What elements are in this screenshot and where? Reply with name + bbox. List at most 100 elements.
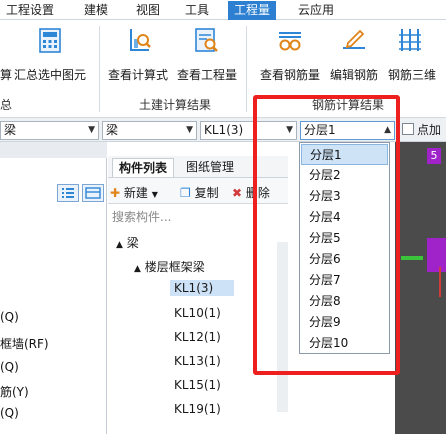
dropdown-option[interactable]: 分层4 [301, 207, 388, 228]
summary-calc-button[interactable]: 算 [0, 24, 14, 84]
tree-item[interactable]: KL1(3) [170, 280, 234, 296]
tree-group-frame-beam[interactable]: ▲ 楼层框架梁 [134, 258, 205, 275]
edit-rebar-label: 编辑钢筋 [330, 68, 379, 82]
pencil-icon [343, 29, 365, 49]
new-button[interactable]: ✚ 新建 ▼ [110, 184, 158, 201]
menu-modeling[interactable]: 建模 [84, 2, 108, 19]
delete-button[interactable]: ✖ 删除 [232, 184, 270, 201]
dropdown-option[interactable]: 分层9 [301, 312, 388, 333]
view-rebar-qty-label: 查看钢筋量 [260, 68, 321, 82]
view-quantity-button[interactable]: 查看工程量 [174, 24, 242, 84]
selector-toolbar: 梁 ▼ 梁 ▼ KL1(3) ▼ 分层1 ▲ 点加 [0, 118, 446, 142]
view-rebar-qty-button[interactable]: 查看钢筋量 [256, 24, 324, 84]
grid-view-button[interactable] [82, 184, 104, 202]
chevron-down-icon: ▼ [151, 190, 158, 199]
dropdown-option[interactable]: 分层8 [301, 291, 388, 312]
point-add-checkbox[interactable] [402, 123, 414, 135]
civil-group-label: 土建计算结果 [139, 98, 212, 112]
component-name-combo[interactable]: KL1(3) ▼ [200, 121, 297, 140]
dropdown-option[interactable]: 分层6 [301, 249, 388, 270]
rebar-3d-button[interactable]: 钢筋三维 [384, 24, 446, 84]
summary-group-label: 总 [0, 98, 13, 112]
rebar-3d-icon [399, 29, 421, 51]
ribbon: 算 汇总选中图元 总 查看计算式 查看工程量 土建计算结果 查看钢筋量 编辑钢筋… [0, 20, 446, 118]
floor-type-value: 梁 [4, 123, 17, 137]
vertical-scrollbar[interactable] [277, 242, 288, 412]
tab-drawing-management[interactable]: 图纸管理 [180, 158, 240, 177]
component-type-value: 梁 [106, 123, 119, 137]
axis-line [439, 267, 441, 297]
rebar-glasses-icon [279, 32, 301, 51]
tree-item[interactable]: KL13(1) [174, 354, 221, 368]
tree-root-beam[interactable]: ▲ 梁 [116, 234, 139, 251]
tab-component-list[interactable]: 构件列表 [112, 158, 175, 177]
component-tabs: 构件列表 图纸管理 [108, 156, 288, 178]
tree-item[interactable]: KL15(1) [174, 378, 221, 392]
list-view-button[interactable] [57, 184, 79, 202]
copy-button[interactable]: ❐ 复制 [180, 184, 219, 201]
drawing-canvas[interactable]: 5 [395, 142, 446, 434]
calculator-icon [39, 28, 61, 53]
component-type-combo[interactable]: 梁 ▼ [102, 121, 197, 140]
menu-quantity[interactable]: 工程量 [228, 1, 277, 20]
view-formula-button[interactable]: 查看计算式 [105, 24, 173, 84]
menu-project-settings[interactable]: 工程设置 [6, 2, 54, 19]
nav-item[interactable]: 框墙(RF) [0, 335, 49, 352]
rebar-3d-label: 钢筋三维 [388, 68, 437, 82]
nav-item[interactable]: (Q) [0, 310, 19, 324]
dropdown-option[interactable]: 分层7 [301, 270, 388, 291]
floor-type-combo[interactable]: 梁 ▼ [0, 121, 99, 140]
panel-header [0, 142, 107, 158]
tree-root-label: 梁 [126, 236, 139, 250]
layer-combo[interactable]: 分层1 ▲ [300, 121, 395, 140]
new-doc-icon: ✚ [110, 186, 121, 200]
dropdown-option[interactable]: 分层1 [301, 144, 388, 165]
menu-tools[interactable]: 工具 [185, 2, 209, 19]
summary-calc-label: 算 [0, 68, 13, 82]
chevron-up-icon: ▲ [384, 125, 391, 135]
view-quantity-label: 查看工程量 [177, 68, 238, 82]
component-toolbar: ✚ 新建 ▼ ❐ 复制 ✖ 删除 [108, 178, 288, 204]
summary-selected-button[interactable]: 汇总选中图元 [14, 24, 92, 84]
point-add-label: 点加 [417, 123, 442, 137]
summary-selected-label: 汇总选中图元 [14, 68, 87, 82]
chevron-down-icon: ▼ [286, 125, 293, 135]
new-label: 新建 [123, 186, 148, 200]
quantity-doc-icon [195, 28, 218, 52]
dropdown-option[interactable]: 分层3 [301, 186, 388, 207]
nav-item[interactable]: 筋(Y) [0, 383, 29, 400]
list-view-icon [62, 188, 74, 198]
grid-view-icon [85, 187, 101, 199]
rebar-group-label: 钢筋计算结果 [312, 98, 385, 112]
layer-marker: 5 [427, 148, 441, 164]
beam-block [427, 238, 446, 272]
view-formula-label: 查看计算式 [108, 68, 169, 82]
menu-bar: 工程设置 建模 视图 工具 工程量 云应用 [0, 0, 446, 20]
menu-cloud[interactable]: 云应用 [298, 2, 334, 19]
nav-item[interactable]: (Q) [0, 406, 19, 420]
expand-triangle-icon: ▲ [116, 240, 123, 250]
dropdown-option[interactable]: 分层5 [301, 228, 388, 249]
copy-label: 复制 [194, 186, 219, 200]
layer-value: 分层1 [304, 123, 336, 137]
tree-item[interactable]: KL10(1) [174, 306, 221, 320]
dropdown-option[interactable]: 分层2 [301, 165, 388, 186]
tree-item[interactable]: KL12(1) [174, 330, 221, 344]
chevron-down-icon: ▼ [186, 125, 193, 135]
chevron-down-icon: ▼ [88, 125, 95, 135]
component-search-input[interactable]: 搜索构件... [112, 208, 171, 225]
component-list-panel: 构件列表 图纸管理 ✚ 新建 ▼ ❐ 复制 ✖ 删除 搜索构件... ▲ 梁 ▲… [108, 142, 288, 434]
tree-group-label: 楼层框架梁 [144, 260, 205, 274]
navigation-panel: (Q) 框墙(RF) (Q) 筋(Y) (Q) [0, 142, 107, 434]
edit-rebar-button[interactable]: 编辑钢筋 [328, 24, 380, 84]
nav-item[interactable]: (Q) [0, 360, 19, 374]
delete-label: 删除 [245, 186, 270, 200]
menu-view[interactable]: 视图 [136, 2, 160, 19]
delete-icon: ✖ [232, 186, 243, 200]
group-divider [246, 26, 247, 112]
dropdown-option[interactable]: 分层10 [301, 333, 388, 354]
expand-triangle-icon: ▲ [134, 264, 141, 274]
tree-item[interactable]: KL19(1) [174, 402, 221, 416]
group-divider [99, 26, 100, 112]
component-name-value: KL1(3) [204, 123, 244, 137]
